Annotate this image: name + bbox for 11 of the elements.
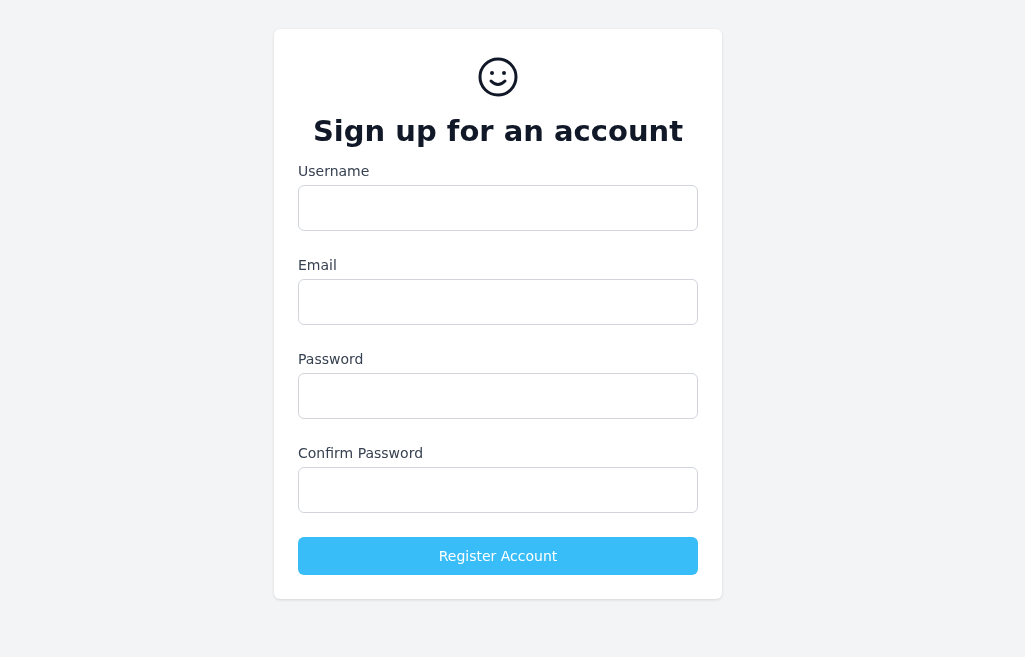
input-field[interactable]	[298, 467, 698, 513]
input-field[interactable]	[298, 185, 698, 231]
field-label: Username	[298, 162, 370, 181]
input-field[interactable]	[298, 279, 698, 325]
form-title: Sign up for an account	[311, 113, 685, 149]
input-field[interactable]	[298, 373, 698, 419]
register-button[interactable]: Register Account	[298, 537, 698, 575]
field-label: Confirm Password	[298, 444, 424, 463]
field-label: Email	[298, 256, 337, 275]
smiley-icon	[478, 57, 518, 97]
field-label: Password	[298, 350, 364, 369]
